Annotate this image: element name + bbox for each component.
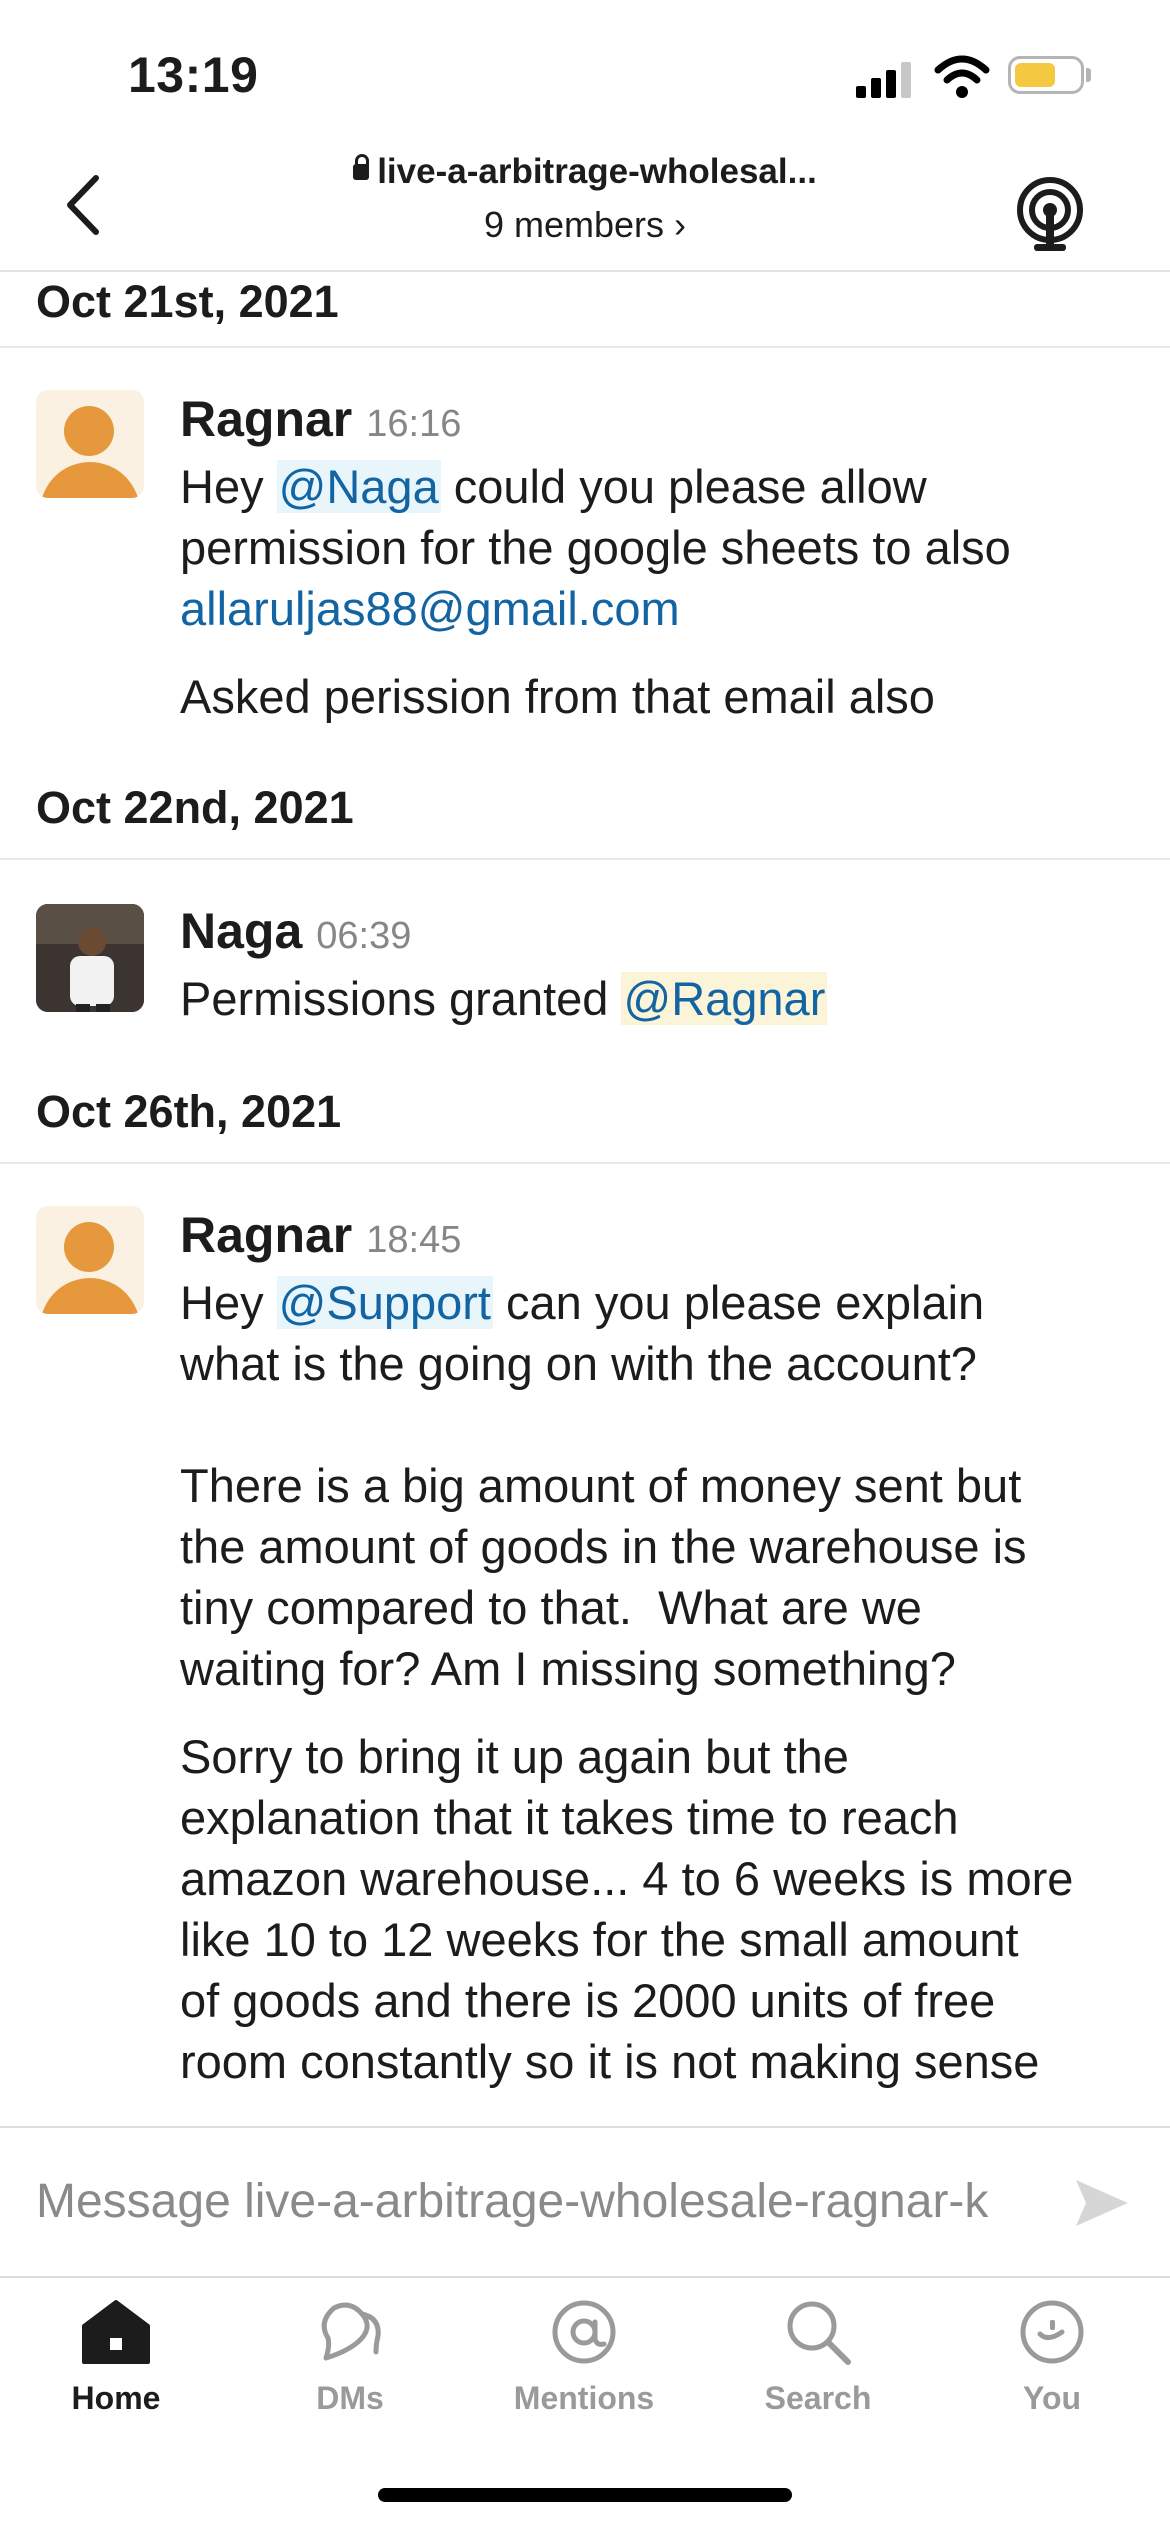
avatar[interactable]: [36, 904, 144, 1012]
tab-label: Search: [764, 2380, 872, 2416]
message-time: 16:16: [366, 403, 462, 445]
members-link[interactable]: 9 members ›: [0, 204, 1170, 246]
huddle-icon[interactable]: [1012, 176, 1088, 252]
home-icon: [82, 2300, 150, 2364]
status-time: 13:19: [128, 47, 259, 103]
dms-icon: [321, 2302, 381, 2361]
sender-name[interactable]: Ragnar 16:16: [180, 390, 461, 448]
you-icon: [1020, 2300, 1084, 2364]
lock-icon: [353, 153, 370, 180]
wifi-icon: [934, 55, 990, 98]
message-time: 06:39: [316, 915, 412, 957]
tab-label: You: [1022, 2380, 1082, 2416]
message-fragment: Permissions granted: [180, 972, 622, 1025]
sender-label: Ragnar: [180, 1207, 353, 1263]
sender-label: Ragnar: [180, 391, 353, 447]
date-label: Oct 21st, 2021: [36, 276, 339, 327]
cellular-signal-icon: [856, 60, 916, 98]
message-fragment: can you please explain what is the going…: [180, 1276, 1027, 1695]
members-count: 9 members: [483, 204, 665, 245]
message-text: Permissions granted @Ragnar: [180, 968, 1160, 1029]
search-icon: [787, 2301, 851, 2365]
message-time: 18:45: [366, 1219, 462, 1261]
tab-label: Mentions: [513, 2380, 655, 2416]
date-divider: Oct 26th, 2021: [0, 1072, 1170, 1164]
tab-you[interactable]: You: [952, 2298, 1152, 2448]
mention-naga[interactable]: @Naga: [276, 460, 441, 513]
message-fragment: Hey: [180, 1276, 277, 1329]
send-icon[interactable]: [1072, 2174, 1132, 2232]
battery-icon: [1008, 56, 1084, 94]
tab-home[interactable]: Home: [16, 2298, 216, 2448]
tab-search[interactable]: Search: [718, 2298, 918, 2448]
home-indicator: [378, 2488, 792, 2502]
tab-label: DMs: [316, 2380, 384, 2416]
tab-label: Home: [71, 2380, 161, 2416]
message-input[interactable]: [34, 2160, 1038, 2242]
message-composer: [0, 2126, 1170, 2278]
avatar[interactable]: [36, 390, 144, 498]
email-link[interactable]: allaruljas88@gmail.com: [180, 582, 680, 635]
mention-ragnar[interactable]: @Ragnar: [621, 972, 828, 1025]
channel-title[interactable]: live-a-arbitrage-wholesal...: [0, 152, 1170, 192]
date-label: Oct 22nd, 2021: [36, 782, 354, 833]
message-text: Sorry to bring it up again but the expla…: [180, 1730, 1074, 2088]
date-divider: Oct 21st, 2021: [0, 272, 1170, 348]
date-divider: Oct 22nd, 2021: [0, 770, 1170, 860]
tab-dms[interactable]: DMs: [250, 2298, 450, 2448]
mentions-icon: [552, 2300, 616, 2364]
message-text: Hey @Support can you please explain what…: [180, 1272, 1160, 1699]
sender-name[interactable]: Naga 06:39: [180, 902, 411, 960]
tab-mentions[interactable]: Mentions: [484, 2298, 684, 2448]
message-text: Asked perission from that email also: [180, 670, 935, 723]
message-fragment: Hey: [180, 460, 277, 513]
channel-name: live-a-arbitrage-wholesal...: [377, 152, 817, 191]
sender-label: Naga: [180, 903, 303, 959]
battery-cap: [1086, 68, 1091, 82]
sender-name[interactable]: Ragnar 18:45: [180, 1206, 461, 1264]
mention-support[interactable]: @Support: [276, 1276, 493, 1329]
message-text: Hey @Naga could you please allow permiss…: [180, 456, 1160, 639]
avatar[interactable]: [36, 1206, 144, 1314]
date-label: Oct 26th, 2021: [36, 1086, 342, 1137]
channel-header: live-a-arbitrage-wholesal... 9 members ›: [0, 140, 1170, 272]
status-bar: 13:19: [0, 0, 1170, 140]
chevron-right-icon: ›: [674, 204, 687, 245]
user-photo: [36, 904, 144, 1012]
